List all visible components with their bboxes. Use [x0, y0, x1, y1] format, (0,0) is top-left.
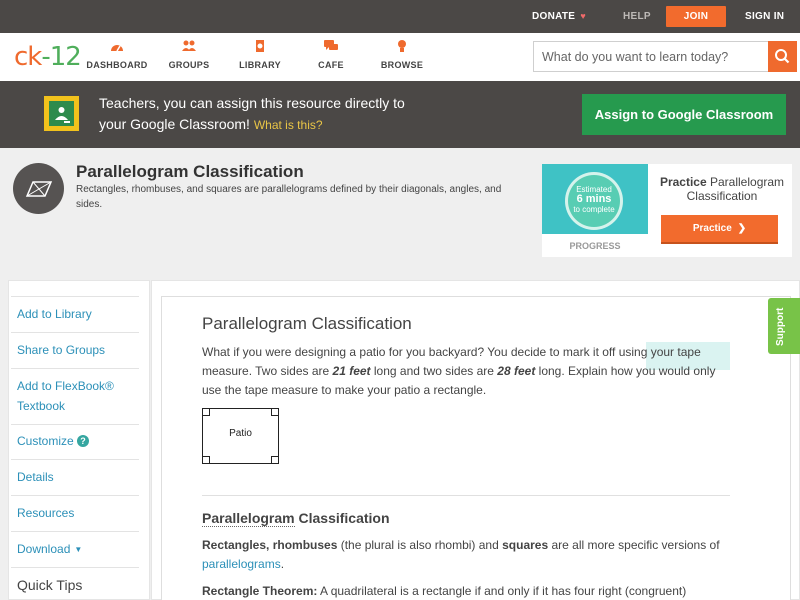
section-title: Parallelogram Classification [202, 510, 390, 527]
groups-people-icon [154, 39, 224, 57]
quick-tips-heading: Quick Tips [17, 577, 83, 593]
divider [11, 296, 139, 297]
paragraph-quadrilaterals: Rectangles, rhombuses (the plural is als… [202, 538, 720, 571]
practice-card: Estimated 6 mins to complete PROGRESS Pr… [542, 164, 792, 257]
patio-diagram: Patio [202, 408, 279, 464]
caret-down-icon: ▼ [74, 545, 83, 554]
join-button[interactable]: JOIN [666, 6, 726, 27]
nav-browse[interactable]: BROWSE [367, 39, 437, 70]
concept-title: Parallelogram Classification [76, 162, 304, 181]
divider [11, 531, 139, 532]
parallelograms-link[interactable]: parallelograms [202, 557, 281, 571]
progress-label: PROGRESS [569, 241, 621, 251]
heart-icon: ♥ [580, 11, 587, 21]
nav-cafe[interactable]: CAFE [296, 39, 366, 70]
concept-description: Rectangles, rhombuses, and squares are p… [76, 184, 502, 210]
banner-message: Teachers, you can assign this resource d… [99, 95, 405, 132]
download-dropdown[interactable]: Download ▼ [17, 539, 82, 560]
search-icon [775, 49, 790, 64]
nav-dashboard[interactable]: DASHBOARD [82, 39, 152, 70]
concept-icon [13, 163, 64, 214]
top-utility-bar: DONATE ♥ HELP JOIN SIGN IN [0, 0, 800, 33]
what-is-this-link[interactable]: What is this? [254, 118, 323, 132]
add-to-flexbook-link[interactable]: Add to FlexBook® Textbook [17, 376, 114, 416]
add-to-library-link[interactable]: Add to Library [17, 304, 92, 324]
google-classroom-banner: Teachers, you can assign this resource d… [0, 81, 800, 148]
divider [11, 368, 139, 369]
right-angle-marker [271, 456, 279, 464]
divider [11, 567, 139, 568]
cafe-chat-icon [296, 39, 366, 57]
practice-button[interactable]: Practice ❯ [661, 215, 778, 244]
practice-title: Practice Parallelogram Classification [659, 175, 785, 203]
search-box [533, 41, 797, 72]
progress-panel: Estimated 6 mins to complete [542, 164, 648, 234]
sidebar: Add to Library Share to Groups Add to Fl… [8, 280, 150, 600]
share-to-groups-link[interactable]: Share to Groups [17, 340, 105, 360]
right-angle-marker [202, 456, 210, 464]
estimate-circle: Estimated 6 mins to complete [565, 172, 623, 230]
help-link[interactable]: HELP [623, 0, 651, 33]
dashboard-gauge-icon [82, 39, 152, 57]
ck12-logo[interactable]: ck-12 [14, 42, 82, 72]
divider [11, 495, 139, 496]
paragraph-rectangle-theorem: Rectangle Theorem: A quadrilateral is a … [202, 584, 687, 598]
donate-link[interactable]: DONATE ♥ [532, 0, 586, 33]
divider [11, 424, 139, 425]
sign-in-link[interactable]: SIGN IN [745, 0, 784, 33]
google-classroom-icon [44, 96, 79, 131]
right-angle-marker [271, 408, 279, 416]
search-input[interactable] [534, 42, 768, 71]
library-book-icon [225, 39, 295, 57]
divider [11, 459, 139, 460]
lesson-title: Parallelogram Classification [202, 314, 412, 333]
customize-link[interactable]: Customize ? [17, 431, 90, 451]
browse-bulb-icon [367, 39, 437, 57]
details-link[interactable]: Details [17, 467, 54, 487]
help-question-icon[interactable]: ? [77, 435, 90, 447]
divider [202, 495, 730, 496]
divider [11, 332, 139, 333]
assign-to-google-classroom-button[interactable]: Assign to Google Classroom [582, 94, 786, 135]
nav-library[interactable]: LIBRARY [225, 39, 295, 70]
support-tab[interactable]: Support [768, 298, 800, 354]
nav-groups[interactable]: GROUPS [154, 39, 224, 70]
chevron-right-icon: ❯ [737, 223, 747, 234]
intro-paragraph: What if you were designing a patio for y… [202, 345, 716, 397]
right-angle-marker [202, 408, 210, 416]
resources-link[interactable]: Resources [17, 503, 74, 523]
main-nav: ck-12 DASHBOARD GROUPS LIBRARY CAFE BROW… [0, 33, 800, 81]
search-button[interactable] [768, 41, 797, 72]
patio-label: Patio [229, 428, 252, 439]
